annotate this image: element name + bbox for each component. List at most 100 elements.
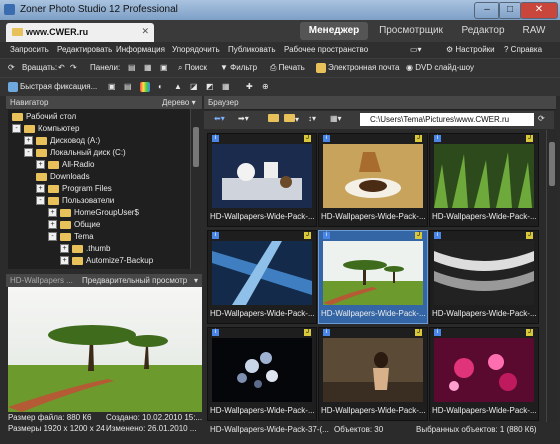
thumbnail-item[interactable]: i J HD-Wallpapers-Wide-Pack-... [207, 327, 317, 421]
tool-icon-2[interactable]: ▤ [124, 82, 132, 91]
thumbnail-item[interactable]: i J HD-Wallpapers-Wide-Pack-... [318, 133, 428, 227]
collapse-icon[interactable]: - [48, 232, 57, 242]
navigator-view-dropdown[interactable]: Дерево ▾ [162, 98, 196, 107]
menu-organize[interactable]: Упорядочить [172, 45, 220, 54]
panel-preview-icon[interactable]: ▣ [160, 63, 168, 72]
jpeg-badge-icon: J [304, 329, 311, 336]
tree-node[interactable]: Рабочий стол [12, 112, 76, 124]
tree-node[interactable]: + .thumb [60, 244, 110, 256]
tree-node[interactable]: - Локальный диск (C:) [24, 148, 126, 160]
tool-icon-5[interactable]: ◪ [190, 82, 198, 91]
tool-icon-7[interactable]: ▦ [222, 82, 230, 91]
navigator-tree: Рабочий стол - Компьютер + Дисковод (A:) - Лок… [8, 109, 201, 269]
sort-icon[interactable]: ↕▾ [308, 114, 316, 123]
tree-node-label: Пользователи [62, 196, 115, 205]
tree-node[interactable]: + Automize7-Backup [60, 256, 153, 268]
forward-icon[interactable]: ➡▾ [238, 114, 249, 123]
browser-scroll-thumb[interactable] [549, 142, 555, 186]
thumbnail-item[interactable]: i J HD-Wallpapers-Wide-Pack-... [318, 327, 428, 421]
tree-node[interactable]: Downloads [36, 172, 90, 184]
tree-node[interactable]: + Дисковод (A:) [24, 136, 100, 148]
expand-icon[interactable]: + [48, 220, 57, 230]
tab-manager[interactable]: Менеджер [300, 22, 368, 40]
browser-scrollbar[interactable] [546, 130, 557, 422]
search-button[interactable]: ⌕ Поиск [178, 63, 207, 73]
thumbnail-image [323, 338, 423, 402]
settings-item[interactable]: ⚙ Настройки [446, 45, 495, 54]
tool-icon-4[interactable]: ▲ [174, 82, 182, 91]
color-icon[interactable] [140, 82, 152, 92]
expand-icon[interactable]: + [60, 244, 69, 254]
menu-query[interactable]: Запросить [10, 45, 49, 54]
menu-publish[interactable]: Публиковать [228, 45, 276, 54]
tree-node[interactable]: + Общие [48, 220, 100, 232]
refresh-path-icon[interactable]: ⟳ [538, 114, 545, 123]
preview-menu-icon[interactable]: ▾ [194, 276, 198, 285]
tab-raw[interactable]: RAW [514, 22, 554, 40]
email-button[interactable]: Электронная почта [316, 63, 399, 73]
tool-icon-9[interactable]: ⊕ [262, 82, 269, 91]
navigator-scrollbar[interactable] [190, 109, 201, 269]
navigator-scroll-thumb[interactable] [193, 127, 199, 167]
tool-icon-8[interactable]: ✚ [246, 82, 253, 91]
tab-viewer[interactable]: Просмотрщик [372, 22, 450, 40]
minimize-button[interactable]: – [474, 2, 500, 19]
back-icon[interactable]: ⬅▾ [214, 114, 225, 123]
document-tab[interactable]: www.CWER.ru ✕ [6, 23, 154, 42]
thumbnail-caption: HD-Wallpapers-Wide-Pack-... [321, 406, 425, 415]
panel-layout-icon[interactable]: ▦ [144, 63, 152, 72]
panel-toggle-icon[interactable]: ▤ [128, 63, 136, 72]
rotate-left-icon[interactable]: ↶ [58, 63, 65, 72]
collapse-icon[interactable]: - [36, 196, 45, 206]
menu-edit[interactable]: Редактировать [57, 45, 112, 54]
tree-node-label: Downloads [50, 172, 90, 181]
thumbnail-item[interactable]: i J HD-Wallpapers-Wide-Pack-... [207, 133, 317, 227]
monitor-icon[interactable]: ▭▾ [410, 45, 422, 54]
info-badge-icon: i [434, 232, 441, 239]
quick-fix-button[interactable]: Быстрая фиксация... [8, 82, 97, 92]
folder-options-icon[interactable]: ▾ [284, 114, 299, 124]
refresh-icon[interactable]: ⟳ [8, 63, 15, 72]
tree-node[interactable]: - Tema [48, 232, 94, 244]
expand-icon[interactable]: + [24, 136, 33, 146]
tree-node[interactable]: + HomeGroupUser$ [48, 208, 139, 220]
tree-node[interactable]: - Пользователи [36, 196, 114, 208]
folder-up-icon[interactable] [268, 114, 279, 124]
close-button[interactable]: ✕ [520, 2, 558, 19]
path-field[interactable]: C:\Users\Tema\Pictures\www.CWER.ru [360, 113, 534, 126]
print-button[interactable]: ⎙ Печать [270, 63, 305, 73]
tree-node[interactable]: + Program Files [36, 184, 112, 196]
tab-editor[interactable]: Редактор [454, 22, 512, 40]
filter-button[interactable]: ▼ Фильтр [220, 63, 257, 72]
jpeg-badge-icon: J [526, 135, 533, 142]
menu-bar: Запросить Редактировать Информация Упоря… [0, 42, 560, 58]
tool-icon-3[interactable]: ◐ [158, 82, 163, 91]
maximize-button[interactable]: □ [498, 2, 522, 19]
jpeg-badge-icon: J [304, 135, 311, 142]
main-toolbar: ⟳ Вращать: ↶ ↷ Панели: ▤ ▦ ▣ ⌕ Поиск ▼ Ф… [0, 58, 560, 77]
collapse-icon[interactable]: - [24, 148, 33, 158]
tool-icon-1[interactable]: ▣ [108, 82, 116, 91]
thumbnail-item[interactable]: i J HD-Wallpapers-Wide-Pack-... [429, 327, 539, 421]
expand-icon[interactable]: + [48, 208, 57, 218]
expand-icon[interactable]: + [60, 256, 69, 266]
preview-tab-name[interactable]: HD-Wallpapers ... [10, 276, 73, 285]
menu-info[interactable]: Информация [116, 45, 165, 54]
rotate-right-icon[interactable]: ↷ [70, 63, 77, 72]
thumbnail-item[interactable]: i J HD-Wallpapers-Wide-Pack-... [318, 230, 428, 324]
expand-icon[interactable]: + [36, 184, 45, 194]
view-mode-icon[interactable]: ▦▾ [330, 114, 342, 123]
close-tab-icon[interactable]: ✕ [141, 26, 149, 37]
menu-workspace[interactable]: Рабочее пространство [284, 45, 368, 54]
tool-icon-6[interactable]: ◩ [206, 82, 214, 91]
dvd-button[interactable]: ◉ DVD слайд-шоу [406, 63, 474, 72]
thumbnail-item[interactable]: i J HD-Wallpapers-Wide-Pack-... [429, 230, 539, 324]
expand-icon[interactable]: + [36, 160, 45, 170]
thumbnail-caption: HD-Wallpapers-Wide-Pack-... [432, 212, 536, 221]
collapse-icon[interactable]: - [12, 124, 21, 134]
thumbnail-item[interactable]: i J HD-Wallpapers-Wide-Pack-... [207, 230, 317, 324]
thumbnail-item[interactable]: i J HD-Wallpapers-Wide-Pack-... [429, 133, 539, 227]
tree-node[interactable]: - Компьютер [12, 124, 79, 136]
tree-node[interactable]: + All-Radio [36, 160, 94, 172]
help-item[interactable]: ? Справка [504, 45, 542, 54]
